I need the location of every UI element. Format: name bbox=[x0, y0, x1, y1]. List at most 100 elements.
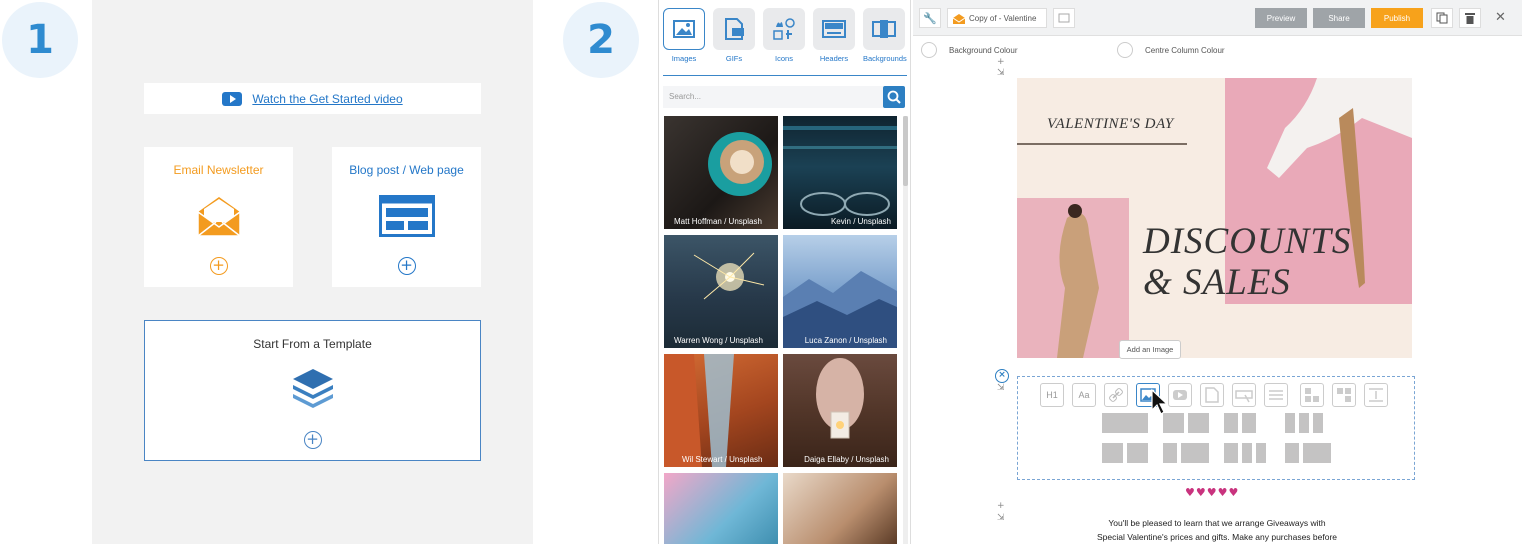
add-blog-post-icon[interactable]: + bbox=[397, 257, 416, 275]
add-email-newsletter-icon[interactable]: + bbox=[209, 257, 228, 275]
background-colour-label: Background Colour bbox=[949, 45, 1018, 55]
layout-wide-narrow[interactable] bbox=[1102, 443, 1148, 463]
search-button[interactable] bbox=[883, 86, 905, 108]
mouse-pointer-icon bbox=[1151, 388, 1169, 415]
delete-button[interactable] bbox=[1459, 8, 1481, 28]
add-row-icon[interactable]: + bbox=[997, 57, 1005, 67]
layers-icon bbox=[293, 369, 333, 408]
photo-card[interactable]: Kevin / Unsplash bbox=[783, 116, 897, 229]
move-row-icon[interactable]: ⇲ bbox=[997, 68, 1005, 78]
background-icon bbox=[872, 20, 896, 38]
start-from-template-card[interactable]: Start From a Template + bbox=[144, 320, 481, 461]
duplicate-button[interactable] bbox=[1431, 8, 1453, 28]
tabs-divider bbox=[663, 75, 907, 76]
library-scrollbar-thumb[interactable] bbox=[903, 116, 908, 186]
hero-title-line-2: & SALES bbox=[1143, 262, 1291, 303]
publish-button[interactable]: Publish bbox=[1371, 8, 1423, 28]
file-block-button[interactable] bbox=[1200, 383, 1224, 407]
canyon-image bbox=[664, 354, 734, 467]
tab-images[interactable]: Images bbox=[663, 8, 705, 63]
envelope-small-icon bbox=[952, 14, 966, 24]
document-title-chip[interactable]: Copy of - Valentine bbox=[947, 8, 1047, 28]
screenshot-root: 1 Watch the Get Started video Email News… bbox=[0, 0, 1522, 544]
blog-post-card[interactable]: Blog post / Web page + bbox=[332, 147, 481, 287]
video-icon bbox=[1173, 390, 1187, 400]
tab-gifs-label: GIFs bbox=[725, 54, 743, 63]
layout-narrow-wide[interactable] bbox=[1163, 443, 1209, 463]
document-title: Copy of - Valentine bbox=[969, 13, 1037, 23]
spacer-block-button[interactable] bbox=[1364, 383, 1388, 407]
move-block-icon[interactable]: ⇲ bbox=[997, 383, 1005, 393]
editor-toolbar: 🔧 Copy of - Valentine Preview Share Publ… bbox=[913, 0, 1522, 36]
divider-block-button[interactable] bbox=[1264, 383, 1288, 407]
photo-card[interactable]: Luca Zanon / Unsplash bbox=[783, 235, 897, 348]
photo-card[interactable] bbox=[664, 473, 778, 544]
step-two-badge: 2 bbox=[563, 2, 639, 78]
preview-button[interactable]: Preview bbox=[1255, 8, 1307, 28]
photo-caption: Daiga Ellaby / Unsplash bbox=[804, 455, 889, 464]
photo-card[interactable]: Matt Hoffman / Unsplash bbox=[664, 116, 778, 229]
email-newsletter-card[interactable]: Email Newsletter + bbox=[144, 147, 293, 287]
tab-headers[interactable]: Headers bbox=[813, 8, 855, 63]
add-row-icon[interactable]: + bbox=[997, 501, 1005, 511]
file-icon bbox=[1205, 387, 1219, 403]
library-tabs: Images GIFs Icons Headers Backgrounds bbox=[663, 8, 907, 63]
social-block-button[interactable] bbox=[1332, 383, 1356, 407]
email-body-line-1: You'll be pleased to learn that we arran… bbox=[1108, 518, 1326, 528]
hero-small-title: VALENTINE'S DAY bbox=[1047, 116, 1174, 132]
layout-two-column[interactable] bbox=[1163, 413, 1209, 433]
tab-icons-label: Icons bbox=[775, 54, 793, 63]
centre-column-colour-picker[interactable]: Centre Column Colour bbox=[1117, 42, 1225, 58]
settings-button[interactable]: 🔧 bbox=[919, 8, 941, 28]
start-panel: Watch the Get Started video Email Newsle… bbox=[92, 0, 533, 544]
editor-panel: Images GIFs Icons Headers Backgrounds Se… bbox=[658, 0, 1522, 544]
layout-three-column-b[interactable] bbox=[1285, 413, 1323, 433]
layout-three-column-a[interactable] bbox=[1224, 413, 1256, 433]
step-one-badge: 1 bbox=[2, 2, 78, 78]
remove-block-icon[interactable]: × bbox=[995, 369, 1009, 383]
centre-column-colour-swatch[interactable] bbox=[1117, 42, 1133, 58]
tab-headers-label: Headers bbox=[819, 54, 849, 63]
youtube-play-icon bbox=[222, 91, 243, 106]
background-colour-picker[interactable]: Background Colour bbox=[921, 42, 1017, 58]
photo-card[interactable]: Warren Wong / Unsplash bbox=[664, 235, 778, 348]
close-icon[interactable]: ✕ bbox=[1495, 10, 1506, 25]
save-icon bbox=[1058, 13, 1070, 23]
move-row-icon[interactable]: ⇲ bbox=[997, 513, 1005, 523]
product-block-button[interactable] bbox=[1300, 383, 1324, 407]
layout-mixed-three[interactable] bbox=[1224, 443, 1266, 463]
text-block-button[interactable]: Aa bbox=[1072, 383, 1096, 407]
add-template-icon[interactable]: + bbox=[303, 431, 322, 449]
spacer-icon bbox=[1369, 388, 1383, 402]
photo-caption: Matt Hoffman / Unsplash bbox=[674, 217, 762, 226]
layout-mixed-four[interactable] bbox=[1285, 443, 1331, 463]
get-started-video-link[interactable]: Watch the Get Started video bbox=[252, 92, 402, 106]
background-colour-swatch[interactable] bbox=[921, 42, 937, 58]
photo-card[interactable] bbox=[783, 473, 897, 544]
photo-card[interactable]: Daiga Ellaby / Unsplash bbox=[783, 354, 897, 467]
tab-gifs[interactable]: GIFs bbox=[713, 8, 755, 63]
tab-backgrounds[interactable]: Backgrounds bbox=[863, 8, 907, 63]
link-block-button[interactable] bbox=[1104, 383, 1128, 407]
email-body-text[interactable]: You'll be pleased to learn that we arran… bbox=[1067, 516, 1367, 544]
icons-icon bbox=[773, 18, 795, 40]
image-search-input[interactable]: Search... bbox=[663, 86, 883, 108]
photo-caption: Warren Wong / Unsplash bbox=[674, 336, 763, 345]
photo-card[interactable]: Wil Stewart / Unsplash bbox=[664, 354, 778, 467]
video-block-button[interactable] bbox=[1168, 383, 1192, 407]
search-icon bbox=[887, 90, 901, 104]
wrench-icon: 🔧 bbox=[923, 11, 937, 25]
trash-icon bbox=[1465, 13, 1475, 24]
coffee-cup-image bbox=[708, 132, 772, 196]
heading-block-button[interactable]: H1 bbox=[1040, 383, 1064, 407]
add-image-tooltip: Add an Image bbox=[1119, 340, 1181, 359]
valentine-hero-image[interactable]: VALENTINE'S DAY DISCOUNTS & SALES bbox=[1017, 78, 1412, 358]
save-button[interactable] bbox=[1053, 8, 1075, 28]
photo-caption: Wil Stewart / Unsplash bbox=[682, 455, 763, 464]
content-blocks-area: H1 Aa bbox=[1017, 376, 1415, 480]
button-block-button[interactable] bbox=[1232, 383, 1256, 407]
layout-one-column[interactable] bbox=[1102, 413, 1148, 433]
share-button[interactable]: Share bbox=[1313, 8, 1365, 28]
get-started-video-bar[interactable]: Watch the Get Started video bbox=[144, 83, 481, 114]
tab-icons[interactable]: Icons bbox=[763, 8, 805, 63]
